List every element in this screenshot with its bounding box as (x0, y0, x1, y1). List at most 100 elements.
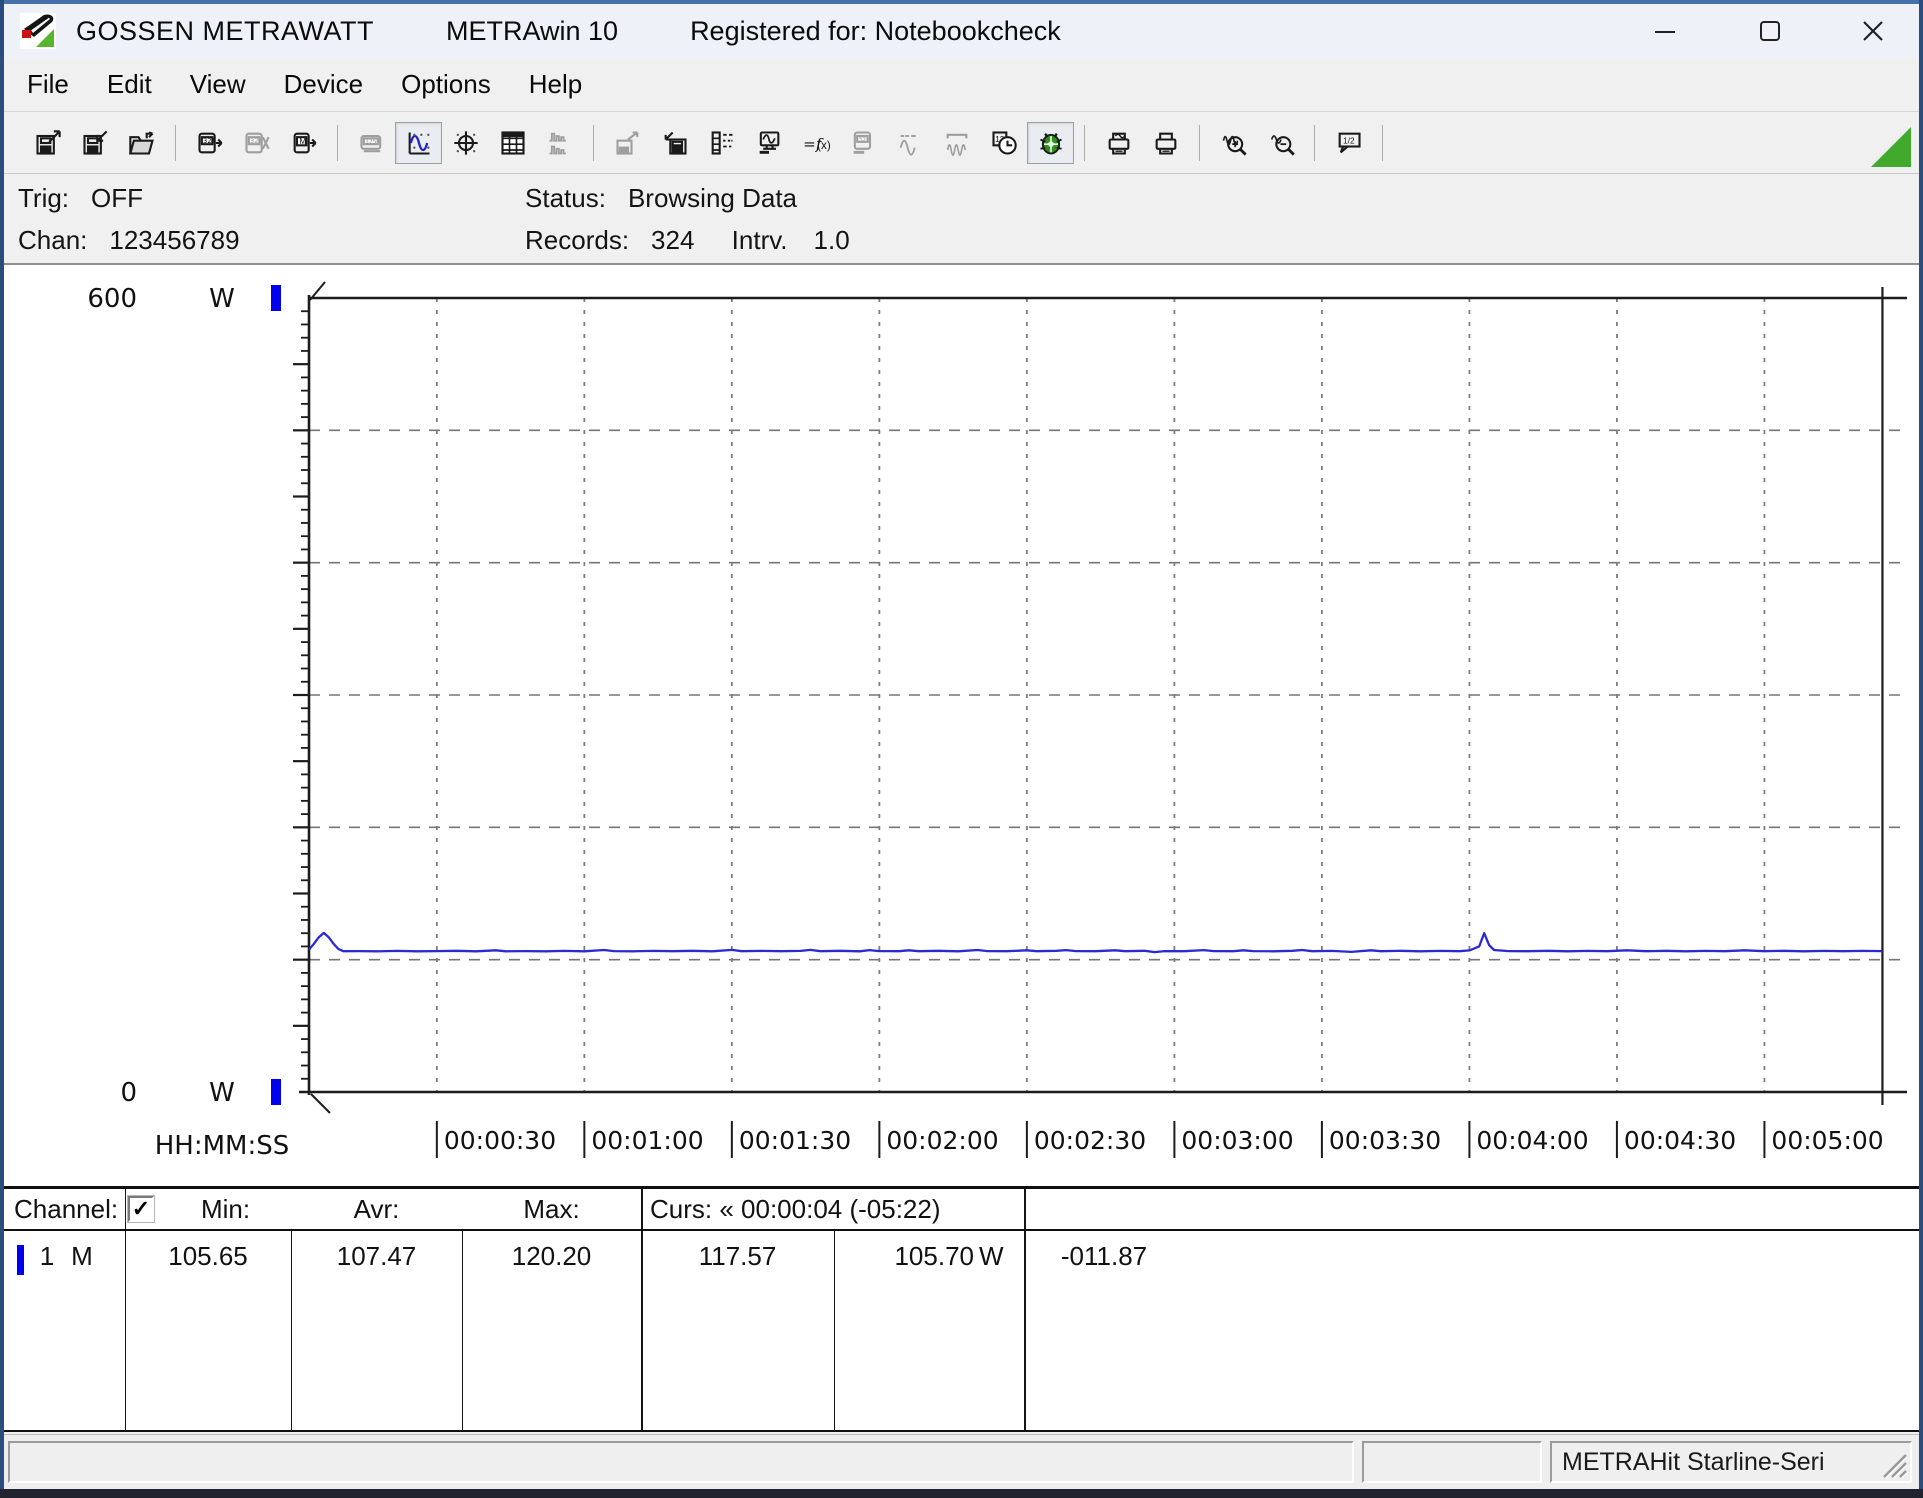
records-label: Records: (525, 225, 629, 255)
svg-text:321: 321 (858, 135, 870, 143)
channel-visibility-checkbox[interactable]: ✓ (128, 1196, 154, 1222)
y-min-label: 0 (120, 1078, 137, 1108)
monitor-wave-button[interactable] (745, 122, 792, 164)
resize-grip-icon[interactable] (1878, 1449, 1908, 1479)
maximize-button[interactable] (1746, 10, 1794, 52)
save-import-icon (79, 129, 111, 157)
table-header-underline (4, 1229, 1919, 1231)
histogram-view-button (536, 122, 583, 164)
maximize-icon (1757, 18, 1783, 44)
zoom-in-waves-button[interactable] (1210, 122, 1257, 164)
save-export-button[interactable] (24, 122, 71, 164)
status-panel-secondary (1362, 1441, 1542, 1483)
formula-fx-icon: =f(x) (800, 129, 832, 157)
menu-file[interactable]: File (8, 63, 88, 106)
svg-text:(x): (x) (817, 139, 831, 152)
import-data-button[interactable] (651, 122, 698, 164)
cell-cursor1-value: 117.57 (641, 1241, 834, 1272)
y-unit-top-label: W (209, 284, 235, 314)
channel-list-button[interactable] (698, 122, 745, 164)
debug-bug-button[interactable] (1027, 122, 1074, 164)
minimize-icon (1652, 18, 1678, 44)
status-panel-device: METRAHit Starline-Seri (1550, 1441, 1912, 1483)
device-config-icon: 321 (847, 129, 879, 157)
annotation-button[interactable]: 1/2 (1325, 122, 1372, 164)
formula-fx-button[interactable]: =f(x) (792, 122, 839, 164)
chan-label: Chan: (18, 225, 87, 255)
menu-options[interactable]: Options (382, 63, 510, 106)
x-axis-tick-label: 00:01:00 (591, 1126, 703, 1155)
cell-avr: 107.47 (291, 1241, 462, 1272)
time-clock-button[interactable]: 12 (980, 122, 1027, 164)
toolbar-separator (1314, 125, 1315, 161)
col-header-cursors: Curs: « 00:00:04 (-05:22) (650, 1194, 941, 1225)
menu-help[interactable]: Help (510, 63, 601, 106)
x-axis-tick-label: 00:04:30 (1624, 1126, 1736, 1155)
x-axis-tick-label: 00:03:30 (1329, 1126, 1441, 1155)
probe-sine-button (886, 122, 933, 164)
cursor-crosshair-icon (450, 129, 482, 157)
channel-marker-top (271, 285, 281, 311)
time-clock-icon: 12 (988, 129, 1020, 157)
device-321-read-icon: 321 (194, 129, 226, 157)
channel-statistics-table: Channel: ✓ Min: Avr: Max: Curs: « 00:00:… (4, 1186, 1919, 1432)
toolbar-separator (1199, 125, 1200, 161)
window-frame-right (1919, 0, 1923, 1498)
trend-chart[interactable]: 00:00:3000:01:0000:01:3000:02:0000:02:30… (4, 265, 1919, 1186)
menu-device[interactable]: Device (265, 63, 382, 106)
table-divider (1024, 1189, 1026, 1430)
multimeter-display-icon: 1257 (356, 129, 388, 157)
resize-grow-triangle-icon (1871, 127, 1911, 167)
close-button[interactable] (1849, 10, 1897, 52)
zoom-out-waves-icon (1265, 129, 1297, 157)
cursor1-bottom-handle (311, 1094, 330, 1113)
device-321-disconnect-button: 321 (233, 122, 280, 164)
save-import-button[interactable] (71, 122, 118, 164)
cell-cursor-diff: -011.87 (1024, 1241, 1184, 1272)
svg-text:321: 321 (250, 137, 263, 145)
app-name: METRAwin 10 (446, 16, 618, 47)
cursor-crosshair-button[interactable] (442, 122, 489, 164)
channel-list-icon (706, 129, 738, 157)
print-preview-button[interactable] (1095, 122, 1142, 164)
cell-channel-number: 1 (32, 1241, 62, 1272)
zoom-in-waves-icon (1218, 129, 1250, 157)
debug-bug-icon (1035, 129, 1067, 157)
print-button[interactable] (1142, 122, 1189, 164)
import-data-icon (659, 129, 691, 157)
histogram-view-icon (544, 129, 576, 157)
device-m-read-button[interactable]: M (280, 122, 327, 164)
save-export-icon (32, 129, 64, 157)
menu-edit[interactable]: Edit (88, 63, 171, 106)
title-bar: GOSSEN METRAWATT METRAwin 10 Registered … (4, 4, 1919, 58)
data-table-view-button[interactable] (489, 122, 536, 164)
col-header-min: Min: (160, 1194, 291, 1225)
svg-text:321: 321 (203, 137, 216, 145)
window-frame-left (0, 0, 4, 1498)
x-axis-tick-label: 00:04:00 (1476, 1126, 1588, 1155)
export-data-button (604, 122, 651, 164)
cell-max: 120.20 (462, 1241, 641, 1272)
y-unit-bottom-label: W (209, 1078, 235, 1108)
cell-cursor2-unit: W (979, 1241, 1019, 1272)
close-icon (1860, 18, 1886, 44)
device-321-read-button[interactable]: 321 (186, 122, 233, 164)
zoom-out-waves-button[interactable] (1257, 122, 1304, 164)
brand-name: GOSSEN METRAWATT (76, 16, 374, 47)
menu-view[interactable]: View (171, 63, 265, 106)
toolbar: 321 321 M 1257 =f(x) 321 12 1/2 (4, 113, 1919, 174)
minimize-button[interactable] (1641, 10, 1689, 52)
curve-chart-view-button[interactable] (395, 122, 442, 164)
annotation-icon: 1/2 (1333, 129, 1365, 157)
svg-text:1257: 1257 (365, 138, 381, 146)
device-321-disconnect-icon: 321 (241, 129, 273, 157)
multimeter-display-button: 1257 (348, 122, 395, 164)
col-header-max: Max: (462, 1194, 641, 1225)
status-label: Status: (525, 183, 606, 213)
open-file-button[interactable] (118, 122, 165, 164)
toolbar-separator (337, 125, 338, 161)
window-frame-top (0, 0, 1923, 4)
table-divider (641, 1189, 643, 1430)
x-axis-tick-label: 00:00:30 (444, 1126, 556, 1155)
interval-value: 1.0 (814, 225, 850, 255)
